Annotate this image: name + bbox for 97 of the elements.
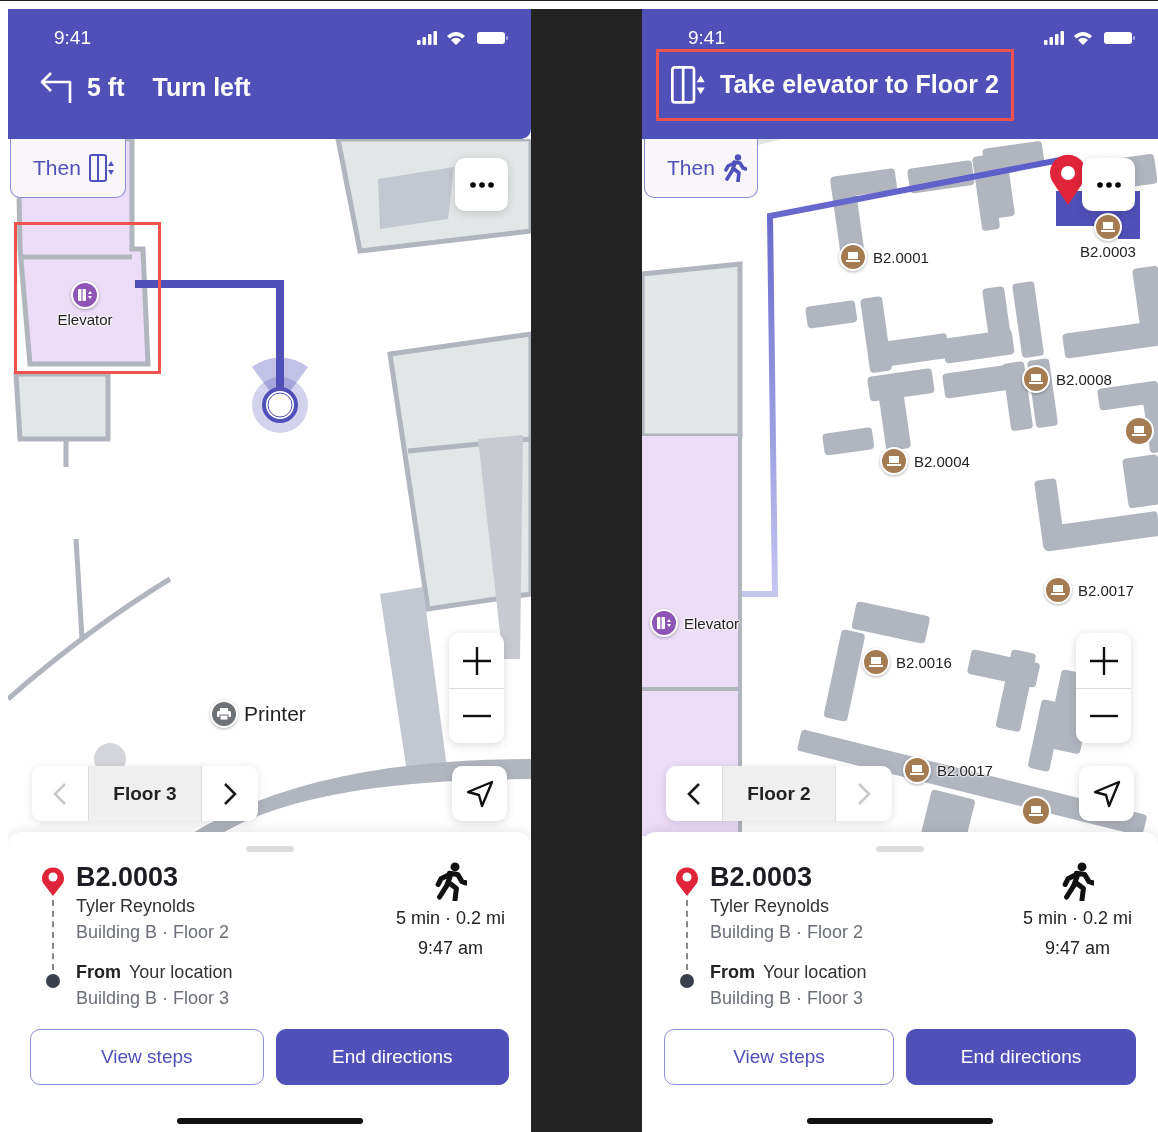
origin-place: Building B · Floor 3 <box>710 987 865 1010</box>
plus-icon <box>462 646 491 675</box>
laptop-icon <box>1051 585 1065 595</box>
plus-icon <box>1089 646 1118 675</box>
origin-name: Your location <box>763 961 867 984</box>
navigation-arrow-icon <box>1092 779 1121 808</box>
turn-left-arrow-icon <box>39 70 73 104</box>
map-label: B2.0008 <box>1056 370 1112 388</box>
from-label: From <box>710 961 755 984</box>
then-label: Then <box>33 156 81 180</box>
map-label: B2.0016 <box>896 653 952 671</box>
battery-icon <box>477 32 508 44</box>
map-marker[interactable] <box>862 648 890 676</box>
walking-person-icon <box>1060 862 1095 902</box>
instruction-text: Take elevator to Floor 2 <box>720 70 999 100</box>
elevator-icon <box>671 66 707 104</box>
from-label: From <box>76 961 121 984</box>
map-marker[interactable] <box>880 447 908 475</box>
arrival-time: 9:47 am <box>417 937 483 961</box>
more-button[interactable] <box>1082 158 1135 211</box>
minus-icon <box>1089 714 1118 718</box>
person-name: Tyler Reynolds <box>710 895 831 918</box>
wifi-icon <box>1074 32 1092 45</box>
laptop-icon <box>846 252 860 262</box>
elevator-icon <box>657 617 671 629</box>
location-pin-icon <box>675 866 699 896</box>
map-label: B2.0017 <box>1078 581 1134 599</box>
map-label: B2.0017 <box>937 761 993 779</box>
navigation-arrow-icon <box>465 779 494 808</box>
chevron-right-icon <box>223 781 237 806</box>
floor-label: Floor 2 <box>722 766 836 821</box>
destination-name: B2.0003 <box>710 862 814 893</box>
laptop-icon <box>910 765 924 775</box>
map-marker[interactable] <box>839 243 867 271</box>
laptop-icon <box>1101 222 1115 232</box>
locate-button[interactable] <box>1079 766 1134 821</box>
destination-pin-icon <box>1050 154 1086 205</box>
map-marker[interactable] <box>1044 576 1072 604</box>
laptop-icon <box>887 456 901 466</box>
origin-name: Your location <box>129 961 233 984</box>
trip-duration: 5 min · 0.2 mi <box>395 907 505 931</box>
status-time: 9:41 <box>688 27 725 49</box>
origin-dot <box>680 974 694 988</box>
origin-place: Building B · Floor 3 <box>76 987 231 1010</box>
walking-person-icon <box>433 862 468 902</box>
map-marker[interactable] <box>903 756 931 784</box>
status-time: 9:41 <box>54 27 91 49</box>
map-label: B2.0003 <box>1080 243 1136 260</box>
desk <box>805 300 858 329</box>
laptop-icon <box>1029 374 1043 384</box>
person-name: Tyler Reynolds <box>76 895 197 918</box>
origin-dot <box>46 974 60 988</box>
map-marker[interactable] <box>1021 796 1051 826</box>
route-dotted-line <box>686 900 688 970</box>
trip-duration: 5 min · 0.2 mi <box>1022 907 1132 931</box>
more-button[interactable] <box>455 158 508 211</box>
more-icon <box>469 181 494 188</box>
drag-handle[interactable] <box>245 846 294 852</box>
destination-place: Building B · Floor 2 <box>76 921 231 944</box>
floor-label: Floor 3 <box>88 766 202 821</box>
walking-person-icon <box>722 154 747 182</box>
drag-handle[interactable] <box>876 846 924 852</box>
more-icon <box>1096 181 1121 188</box>
arrival-time: 9:47 am <box>1044 937 1110 961</box>
signal-icon <box>1044 31 1064 45</box>
map-marker[interactable] <box>1124 416 1154 446</box>
distance-text: 5 ft <box>87 72 125 102</box>
elevator-icon <box>78 289 92 301</box>
chevron-right-icon <box>857 781 871 806</box>
map-marker[interactable] <box>210 700 238 728</box>
destination-place: Building B · Floor 2 <box>710 921 865 944</box>
map-label: Elevator <box>57 311 113 328</box>
primary-button[interactable]: End directions <box>275 1029 509 1085</box>
route-dotted-line <box>52 900 54 970</box>
chevron-left-icon <box>687 781 701 806</box>
signal-icon <box>417 31 437 45</box>
map-label: Printer <box>244 702 306 726</box>
next-floor-button[interactable] <box>202 766 258 821</box>
map-label: B2.0001 <box>873 248 929 266</box>
wifi-icon <box>447 32 465 45</box>
secondary-button[interactable]: View steps <box>664 1029 894 1085</box>
elevator-icon <box>88 154 115 182</box>
location-pin-icon <box>41 866 65 896</box>
map-label: B2.0004 <box>914 452 970 470</box>
primary-button[interactable]: End directions <box>906 1029 1136 1085</box>
chevron-left-icon <box>53 781 67 806</box>
locate-button[interactable] <box>452 766 507 821</box>
map-label: Elevator <box>684 614 740 632</box>
instruction-text: Turn left <box>152 72 251 102</box>
previous-floor-button[interactable] <box>666 766 722 821</box>
printer-icon <box>217 708 231 720</box>
destination-name: B2.0003 <box>76 862 180 893</box>
secondary-button[interactable]: View steps <box>30 1029 264 1085</box>
battery-icon <box>1104 32 1135 44</box>
then-label: Then <box>667 156 715 180</box>
laptop-icon <box>869 657 883 667</box>
minus-icon <box>462 714 491 718</box>
